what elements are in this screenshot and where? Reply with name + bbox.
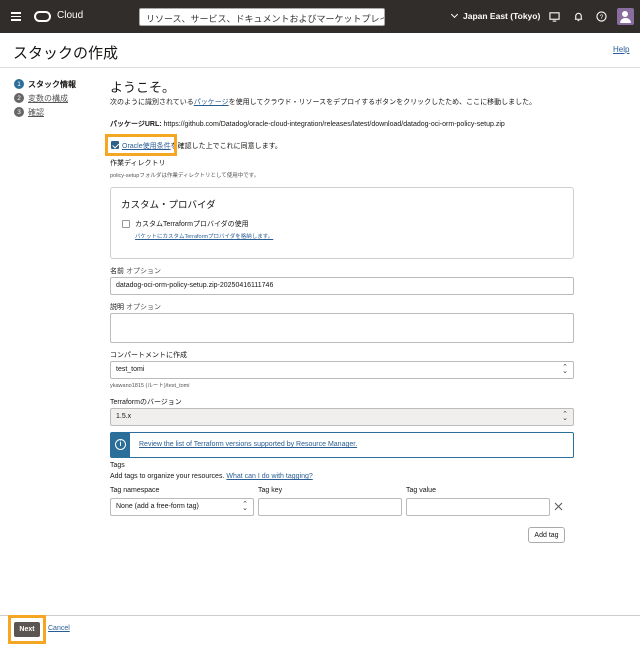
top-navigation-bar: Cloud リソース、サービス、ドキュメントおよびマーケットプレイスの検索 Ja… [0, 0, 640, 33]
custom-provider-card: カスタム・プロバイダ カスタムTerraformプロバイダの使用 バケットにカス… [110, 187, 574, 259]
highlight-terms [105, 134, 177, 156]
package-url-label: パッケージURL: [110, 121, 162, 128]
name-label: 名前 オプション [110, 266, 161, 276]
notification-bell-icon[interactable] [573, 11, 584, 22]
step-number: 3 [14, 107, 24, 117]
add-tag-button[interactable]: Add tag [528, 527, 565, 543]
custom-provider-checkbox-label: カスタムTerraformプロバイダの使用 [135, 221, 249, 228]
tags-description: Add tags to organize your resources. Wha… [110, 473, 313, 480]
intro-text-after: を使用してクラウド・リソースをデプロイするボタンをクリックしたため、ここに移動し… [228, 99, 537, 106]
workdir-note: policy-setupフォルダは作業ディレクトリとして使用中です。 [110, 173, 260, 179]
cloud-shell-icon[interactable] [549, 11, 560, 22]
user-avatar-icon[interactable] [617, 8, 634, 25]
terraform-version-label: Terraformのバージョン [110, 399, 182, 406]
select-arrows-icon: ⌃ ⌄ [242, 501, 248, 512]
cancel-link[interactable]: Cancel [48, 625, 70, 632]
info-bar: i [111, 433, 130, 457]
tag-namespace-value: None (add a free-form tag) [116, 503, 199, 510]
chevron-down-icon [450, 10, 459, 19]
terraform-info-banner: i Review the list of Terraform versions … [110, 432, 574, 458]
step-label: 変数の構成 [28, 93, 68, 103]
description-textarea[interactable] [110, 313, 574, 343]
region-selector[interactable]: Japan East (Tokyo) [450, 10, 541, 21]
help-link[interactable]: Help [613, 45, 629, 54]
hamburger-menu-icon[interactable] [11, 12, 21, 21]
footer-divider [0, 615, 640, 616]
step-number: 2 [14, 93, 24, 103]
package-url-value: https://github.com/Datadog/oracle-cloud-… [163, 121, 505, 128]
step-label: スタック情報 [28, 79, 76, 89]
help-icon[interactable]: ? [596, 11, 607, 22]
remove-tag-close-icon[interactable] [554, 502, 563, 511]
select-arrows-icon: ⌃ ⌄ [562, 364, 568, 375]
compartment-value: test_tomi [116, 366, 145, 373]
page-title: スタックの作成 [13, 45, 119, 62]
intro-text-before: 次のように識別されている [110, 99, 194, 106]
wizard-steps: 1 スタック情報 2 変数の構成 3 確認 [14, 77, 76, 119]
step-configure-variables[interactable]: 2 変数の構成 [14, 91, 76, 105]
highlight-next [8, 615, 46, 644]
cloud-label[interactable]: Cloud [57, 10, 83, 21]
name-label-text: 名前 [110, 268, 124, 275]
optional-text: オプション [125, 268, 161, 275]
package-url: パッケージURL: https://github.com/Datadog/ora… [110, 119, 505, 129]
svg-text:?: ? [600, 14, 604, 21]
search-input[interactable]: リソース、サービス、ドキュメントおよびマーケットプレイスの検索 [139, 8, 385, 26]
custom-provider-link[interactable]: バケットにカスタムTerraformプロバイダを格納します。 [135, 232, 273, 240]
workdir-label: 作業ディレクトリ [110, 160, 166, 167]
step-label: 確認 [28, 107, 44, 117]
optional-text: オプション [125, 304, 161, 311]
region-label: Japan East (Tokyo) [463, 11, 541, 21]
step-number: 1 [14, 79, 24, 89]
terraform-versions-link[interactable]: Review the list of Terraform versions su… [139, 441, 357, 448]
tag-value-label: Tag value [406, 487, 436, 494]
tag-key-label: Tag key [258, 487, 283, 494]
oracle-logo-icon[interactable] [34, 11, 51, 22]
compartment-label: コンパートメントに作成 [110, 352, 187, 359]
description-label-text: 説明 [110, 304, 124, 311]
step-stack-info[interactable]: 1 スタック情報 [14, 77, 76, 91]
custom-provider-title: カスタム・プロバイダ [121, 200, 216, 211]
welcome-heading: ようこそ。 [110, 80, 176, 95]
tags-title: Tags [110, 462, 125, 469]
terraform-version-select[interactable]: 1.5.x ⌃ ⌄ [110, 408, 574, 426]
compartment-path: ykawano1815 (ルート)/test_tomi [110, 383, 190, 389]
info-icon: i [115, 439, 126, 450]
compartment-select[interactable]: test_tomi ⌃ ⌄ [110, 361, 574, 379]
tag-value-input[interactable] [406, 498, 550, 516]
select-arrows-icon: ⌃ ⌄ [562, 411, 568, 422]
tag-key-input[interactable] [258, 498, 402, 516]
tag-namespace-select[interactable]: None (add a free-form tag) ⌃ ⌄ [110, 498, 254, 516]
custom-provider-checkbox[interactable] [122, 220, 130, 228]
divider [0, 67, 640, 68]
tag-namespace-label: Tag namespace [110, 487, 160, 494]
tags-description-text: Add tags to organize your resources. [110, 473, 225, 480]
tagging-help-link[interactable]: What can I do with tagging? [226, 473, 312, 480]
step-review[interactable]: 3 確認 [14, 105, 76, 119]
package-link[interactable]: パッケージ [194, 99, 229, 106]
terms-after: を確認した上でこれに同意します。 [170, 143, 282, 150]
intro-text: 次のように識別されているパッケージを使用してクラウド・リソースをデプロイするボタ… [110, 97, 536, 107]
terraform-version-value: 1.5.x [116, 413, 132, 420]
name-input[interactable]: datadog-oci-orm-policy-setup.zip-2025041… [110, 277, 574, 295]
description-label: 説明 オプション [110, 302, 161, 312]
